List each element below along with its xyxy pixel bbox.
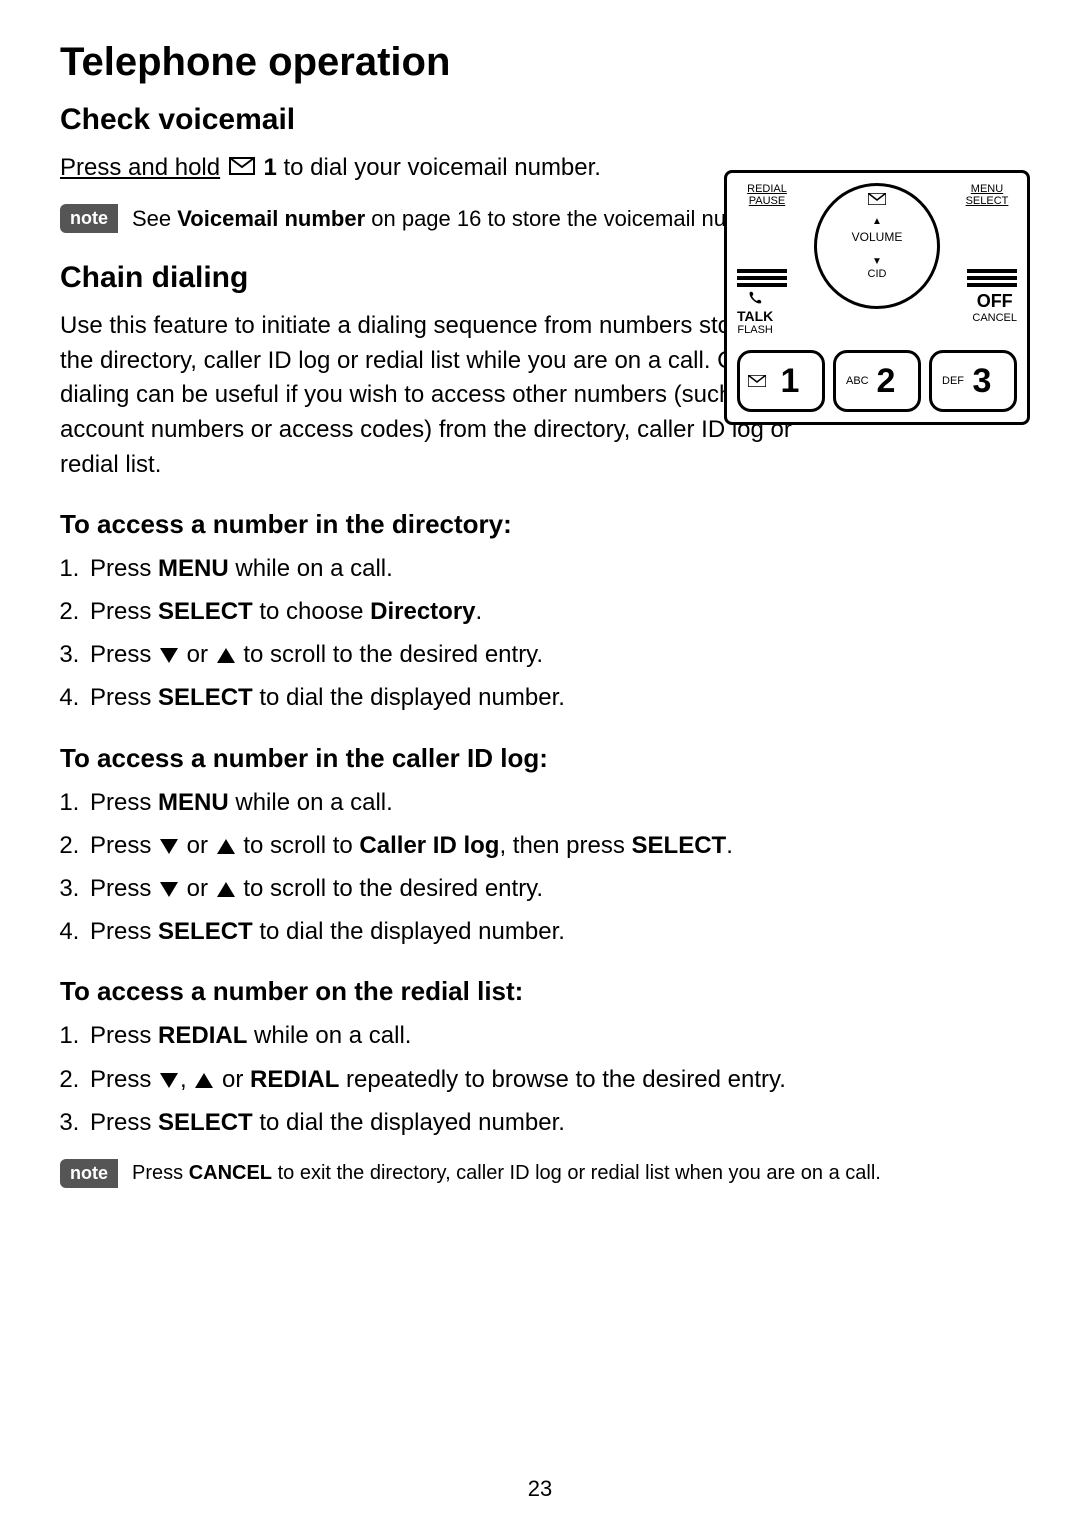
key-1: 1 xyxy=(737,350,825,412)
up-arrow-icon xyxy=(217,648,235,663)
volume-label: VOLUME xyxy=(817,230,937,244)
left-bars-icon xyxy=(737,269,787,287)
key-3: DEF 3 xyxy=(929,350,1017,412)
list-item: Press SELECT to choose Directory. xyxy=(86,593,1020,630)
list-item: Press MENU while on a call. xyxy=(86,784,1020,821)
down-arrow-icon xyxy=(160,882,178,897)
up-arrow-icon: ▲ xyxy=(817,216,937,227)
note-tag: note xyxy=(60,204,118,233)
down-arrow-icon: ▼ xyxy=(817,256,937,267)
down-arrow-icon xyxy=(160,839,178,854)
heading-access-cidlog: To access a number in the caller ID log: xyxy=(60,743,1020,774)
heading-access-redial: To access a number on the redial list: xyxy=(60,976,1020,1007)
redial-steps: Press REDIAL while on a call. Press , or… xyxy=(60,1017,1020,1141)
phone-keypad-illustration: REDIALPAUSE ▲ VOLUME ▼ CID MENUSELECT xyxy=(724,170,1030,425)
redial-pause-label: REDIALPAUSE xyxy=(737,183,797,207)
up-arrow-icon xyxy=(195,1073,213,1088)
phone-icon xyxy=(748,291,762,305)
list-item: Press MENU while on a call. xyxy=(86,550,1020,587)
note-tag: note xyxy=(60,1159,118,1188)
list-item: Press REDIAL while on a call. xyxy=(86,1017,1020,1054)
down-arrow-icon xyxy=(160,1073,178,1088)
section-check-voicemail: Check voicemail xyxy=(60,103,850,137)
dpad: ▲ VOLUME ▼ CID xyxy=(814,183,940,309)
digit-1: 1 xyxy=(263,154,276,181)
heading-access-directory: To access a number in the directory: xyxy=(60,509,1020,540)
cidlog-steps: Press MENU while on a call. Press or to … xyxy=(60,784,1020,951)
note-text: See Voicemail number on page 16 to store… xyxy=(132,204,781,235)
chain-dialing-description: Use this feature to initiate a dialing s… xyxy=(60,309,830,483)
right-bars-icon xyxy=(967,269,1017,287)
mail-icon xyxy=(229,151,255,186)
note-text: Press CANCEL to exit the directory, call… xyxy=(132,1159,881,1187)
directory-steps: Press MENU while on a call. Press SELECT… xyxy=(60,550,1020,717)
talk-flash-label: TALK FLASH xyxy=(737,291,773,336)
message-icon xyxy=(817,192,937,208)
key-2: ABC 2 xyxy=(833,350,921,412)
cid-label: CID xyxy=(817,268,937,280)
list-item: Press , or REDIAL repeatedly to browse t… xyxy=(86,1061,1020,1098)
list-item: Press SELECT to dial the displayed numbe… xyxy=(86,679,1020,716)
voicemail-suffix: to dial your voicemail number. xyxy=(277,154,601,181)
list-item: Press or to scroll to the desired entry. xyxy=(86,870,1020,907)
list-item: Press SELECT to dial the displayed numbe… xyxy=(86,913,1020,950)
list-item: Press or to scroll to the desired entry. xyxy=(86,636,1020,673)
press-hold-text: Press and hold xyxy=(60,154,220,181)
up-arrow-icon xyxy=(217,839,235,854)
list-item: Press or to scroll to Caller ID log, the… xyxy=(86,827,1020,864)
up-arrow-icon xyxy=(217,882,235,897)
menu-select-label: MENUSELECT xyxy=(957,183,1017,207)
off-cancel-label: OFF CANCEL xyxy=(972,291,1017,336)
list-item: Press SELECT to dial the displayed numbe… xyxy=(86,1104,1020,1141)
mail-icon xyxy=(748,375,766,387)
down-arrow-icon xyxy=(160,648,178,663)
page-number: 23 xyxy=(0,1476,1080,1502)
page-title: Telephone operation xyxy=(60,40,1020,85)
note-cancel: note Press CANCEL to exit the directory,… xyxy=(60,1159,1020,1188)
